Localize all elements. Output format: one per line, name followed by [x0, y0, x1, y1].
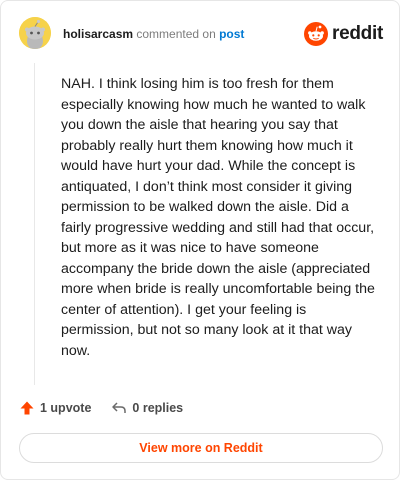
comment-meta: holisarcasm commented on post	[63, 27, 244, 41]
replies-button[interactable]: 0 replies	[111, 400, 183, 416]
comment-header: holisarcasm commented on post reddit	[17, 17, 383, 51]
view-more-button[interactable]: View more on Reddit	[19, 433, 383, 463]
comment-actions: 1 upvote 0 replies	[19, 397, 183, 419]
username-link[interactable]: holisarcasm	[63, 27, 133, 41]
reply-arrow-icon	[112, 402, 127, 413]
reddit-logo[interactable]: reddit	[304, 21, 383, 47]
upvote-count: 1 upvote	[40, 401, 92, 415]
comment-body: NAH. I think losing him is too fresh for…	[61, 76, 375, 359]
upvote-arrow-icon	[20, 401, 34, 415]
reddit-logo-icon	[304, 22, 329, 46]
post-link[interactable]: post	[219, 27, 244, 41]
upvote-button[interactable]: 1 upvote	[19, 400, 91, 416]
snoo-avatar-icon	[19, 17, 51, 49]
thread-line	[34, 63, 35, 385]
comment-embed-card: holisarcasm commented on post reddit NAH…	[0, 0, 400, 480]
replies-count: 0 replies	[132, 401, 184, 415]
action-text: commented on	[133, 27, 220, 41]
user-avatar-icon[interactable]	[19, 17, 51, 49]
reddit-wordmark: reddit	[332, 23, 383, 44]
